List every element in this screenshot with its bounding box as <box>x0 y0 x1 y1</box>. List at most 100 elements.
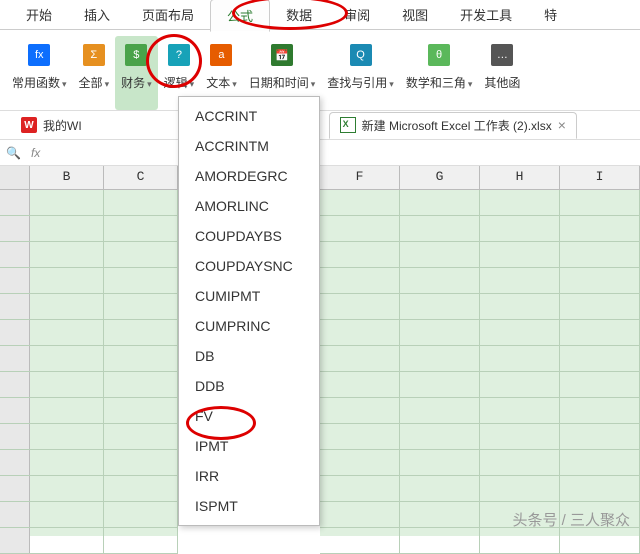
cell[interactable] <box>104 424 178 449</box>
dropdown-item-fv[interactable]: FV <box>179 401 319 431</box>
table-row[interactable] <box>0 190 178 216</box>
table-row[interactable] <box>0 320 178 346</box>
cell[interactable] <box>104 268 178 293</box>
cell[interactable] <box>480 216 560 241</box>
ribbon-group-0[interactable]: fx常用函数 <box>6 36 73 110</box>
cell[interactable] <box>104 450 178 475</box>
table-row[interactable] <box>320 320 640 346</box>
cell[interactable] <box>320 320 400 345</box>
table-row[interactable] <box>0 450 178 476</box>
cell[interactable] <box>400 450 480 475</box>
cell[interactable] <box>400 424 480 449</box>
cell[interactable] <box>320 216 400 241</box>
cell[interactable] <box>104 320 178 345</box>
cell[interactable] <box>30 242 104 267</box>
cell[interactable] <box>400 528 480 553</box>
menu-tab-devtools[interactable]: 开发工具 <box>444 0 528 30</box>
cell[interactable] <box>560 424 640 449</box>
cell[interactable] <box>400 502 480 527</box>
cell[interactable] <box>104 346 178 371</box>
cell[interactable] <box>104 216 178 241</box>
cell[interactable] <box>30 398 104 423</box>
dropdown-item-accrint[interactable]: ACCRINT <box>179 101 319 131</box>
table-row[interactable] <box>320 268 640 294</box>
table-row[interactable] <box>320 294 640 320</box>
cell[interactable] <box>104 242 178 267</box>
cell[interactable] <box>104 372 178 397</box>
dropdown-item-cumipmt[interactable]: CUMIPMT <box>179 281 319 311</box>
cell[interactable] <box>400 294 480 319</box>
table-row[interactable] <box>320 476 640 502</box>
row-number[interactable] <box>0 424 30 449</box>
cell[interactable] <box>400 320 480 345</box>
row-number[interactable] <box>0 294 30 319</box>
table-row[interactable] <box>0 372 178 398</box>
cell[interactable] <box>480 372 560 397</box>
cell[interactable] <box>560 216 640 241</box>
table-row[interactable] <box>320 190 640 216</box>
cell[interactable] <box>480 242 560 267</box>
cell[interactable] <box>320 242 400 267</box>
cell[interactable] <box>560 294 640 319</box>
cell[interactable] <box>104 294 178 319</box>
cell[interactable] <box>400 398 480 423</box>
row-number[interactable] <box>0 320 30 345</box>
dropdown-item-coupdaybs[interactable]: COUPDAYBS <box>179 221 319 251</box>
table-row[interactable] <box>320 424 640 450</box>
dropdown-item-db[interactable]: DB <box>179 341 319 371</box>
table-row[interactable] <box>0 216 178 242</box>
table-row[interactable] <box>0 268 178 294</box>
cell[interactable] <box>480 294 560 319</box>
cell[interactable] <box>30 294 104 319</box>
cell[interactable] <box>480 476 560 501</box>
menu-tab-review[interactable]: 审阅 <box>328 0 386 30</box>
table-row[interactable] <box>0 294 178 320</box>
cell[interactable] <box>320 450 400 475</box>
menu-tab-extra[interactable]: 特 <box>528 0 573 30</box>
table-row[interactable] <box>320 528 640 554</box>
cell[interactable] <box>480 346 560 371</box>
cell[interactable] <box>560 528 640 553</box>
menu-tab-view[interactable]: 视图 <box>386 0 444 30</box>
cell[interactable] <box>30 268 104 293</box>
cell[interactable] <box>30 450 104 475</box>
cell[interactable] <box>560 372 640 397</box>
cells-left[interactable] <box>0 190 178 536</box>
ribbon-group-6[interactable]: Q查找与引用 <box>321 36 400 110</box>
menu-tab-formula[interactable]: 公式 <box>210 0 270 32</box>
table-row[interactable] <box>320 450 640 476</box>
cell[interactable] <box>560 190 640 215</box>
cell[interactable] <box>400 346 480 371</box>
table-row[interactable] <box>320 372 640 398</box>
cell[interactable] <box>480 528 560 553</box>
col-header-c[interactable]: C <box>104 166 178 189</box>
col-header-i[interactable]: I <box>560 166 640 189</box>
table-row[interactable] <box>0 424 178 450</box>
table-row[interactable] <box>0 346 178 372</box>
cell[interactable] <box>104 398 178 423</box>
dropdown-item-ispmt[interactable]: ISPMT <box>179 491 319 521</box>
ribbon-group-2[interactable]: $财务 <box>115 36 158 110</box>
ribbon-group-1[interactable]: Σ全部 <box>73 36 116 110</box>
cell[interactable] <box>30 346 104 371</box>
dropdown-item-amordegrc[interactable]: AMORDEGRC <box>179 161 319 191</box>
cell[interactable] <box>560 346 640 371</box>
col-header-h[interactable]: H <box>480 166 560 189</box>
cell[interactable] <box>400 476 480 501</box>
cell[interactable] <box>104 528 178 553</box>
table-row[interactable] <box>320 242 640 268</box>
doc-tab-active[interactable]: 新建 Microsoft Excel 工作表 (2).xlsx × <box>329 112 577 139</box>
row-number[interactable] <box>0 450 30 475</box>
table-row[interactable] <box>0 242 178 268</box>
cell[interactable] <box>560 242 640 267</box>
cell[interactable] <box>480 268 560 293</box>
dropdown-item-amorlinc[interactable]: AMORLINC <box>179 191 319 221</box>
col-header-b[interactable]: B <box>30 166 104 189</box>
table-row[interactable] <box>0 502 178 528</box>
cell[interactable] <box>30 372 104 397</box>
cell[interactable] <box>104 476 178 501</box>
cell[interactable] <box>30 320 104 345</box>
row-number[interactable] <box>0 242 30 267</box>
cell[interactable] <box>400 372 480 397</box>
dropdown-item-accrintm[interactable]: ACCRINTM <box>179 131 319 161</box>
